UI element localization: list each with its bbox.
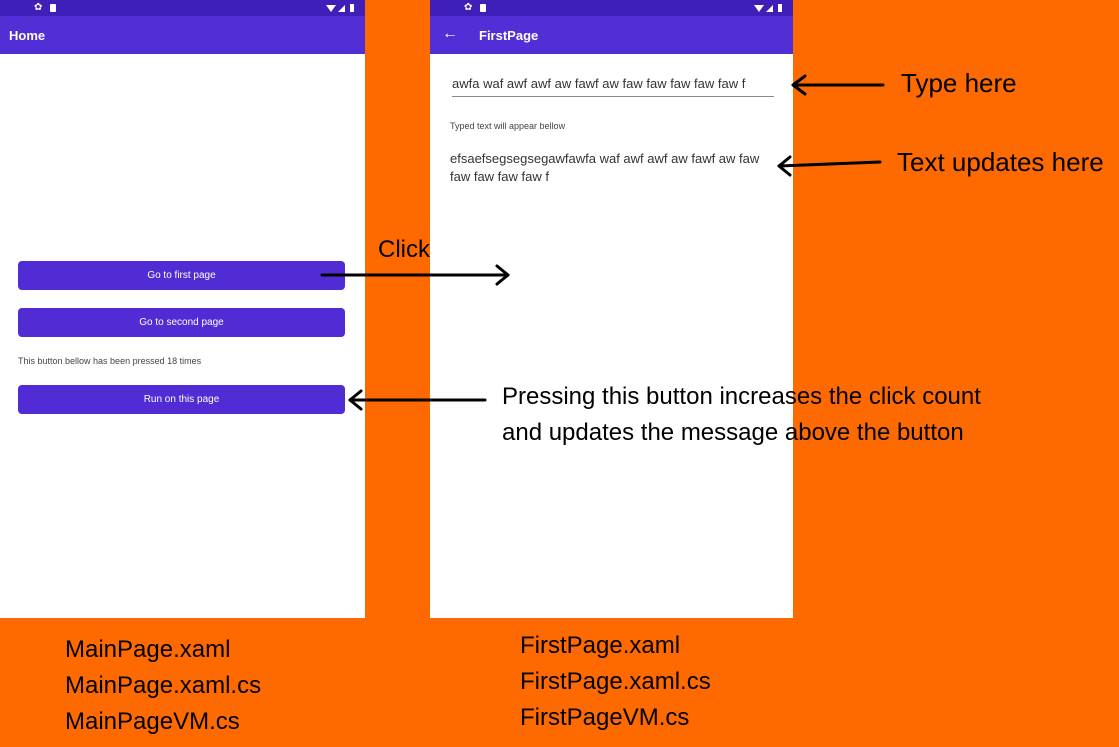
click-note: Click xyxy=(378,236,430,263)
text-updates-note: Text updates here xyxy=(897,147,1104,177)
file-name: FirstPage.xaml xyxy=(520,632,681,659)
arrow-text-updates xyxy=(777,160,882,168)
main-page-file-list: MainPage.xaml MainPage.xaml.cs MainPageV… xyxy=(65,632,261,740)
pressing-note-line-1: Pressing this button increases the click… xyxy=(502,383,981,410)
file-name: FirstPage.xaml.cs xyxy=(520,668,711,695)
first-page-file-list: FirstPage.xaml FirstPage.xaml.cs FirstPa… xyxy=(520,628,711,736)
file-name: MainPage.xaml.cs xyxy=(65,672,262,699)
file-name: FirstPageVM.cs xyxy=(520,704,690,731)
type-here-note: Type here xyxy=(901,68,1017,98)
file-name: MainPageVM.cs xyxy=(65,708,240,735)
pressing-note-line-2: and updates the message above the button xyxy=(502,419,964,446)
file-name: MainPage.xaml xyxy=(65,636,231,663)
